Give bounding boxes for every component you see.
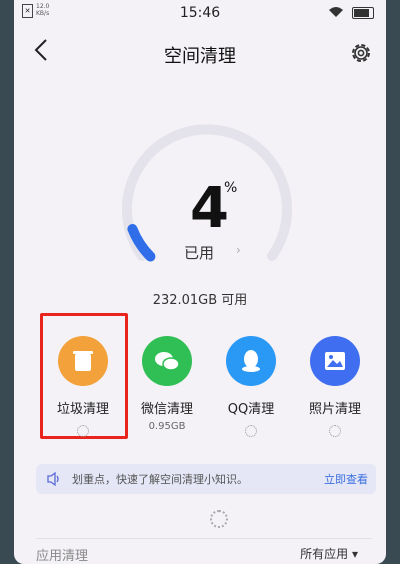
- category-label: 垃圾清理: [56, 402, 109, 417]
- category-size: [292, 421, 378, 437]
- junk-clean-button[interactable]: 垃圾清理: [40, 336, 126, 437]
- loading-spinner: [77, 425, 89, 437]
- app-header: 空间清理: [14, 34, 386, 74]
- loading-spinner: [245, 425, 257, 437]
- available-space: 232.01GB 可用: [152, 293, 248, 308]
- category-size: [208, 421, 294, 437]
- speaker-icon: [47, 471, 59, 487]
- category-label: QQ清理: [227, 402, 275, 417]
- wechat-clean-button[interactable]: 微信清理 0.95GB: [124, 336, 210, 435]
- category-label: 微信清理: [140, 402, 193, 417]
- tip-banner[interactable]: 划重点，快速了解空间清理小知识。 立即查看: [36, 464, 376, 494]
- qq-icon: [226, 336, 276, 386]
- view-now-link[interactable]: 立即查看: [324, 471, 368, 487]
- wifi-icon: [328, 6, 344, 21]
- settings-button[interactable]: [348, 40, 374, 66]
- section-title: 应用清理: [36, 549, 89, 564]
- wechat-icon: [142, 336, 192, 386]
- battery-icon: [352, 7, 374, 19]
- percent-sign: %: [224, 180, 238, 196]
- page-title: 空间清理: [164, 46, 236, 67]
- qq-clean-button[interactable]: QQ清理: [208, 336, 294, 437]
- gear-icon: [352, 44, 370, 62]
- tip-text: 划重点，快速了解空间清理小知识。: [72, 473, 248, 486]
- chevron-right-icon: ›: [236, 243, 241, 257]
- used-label[interactable]: 已用: [184, 242, 214, 263]
- photo-clean-button[interactable]: 照片清理: [292, 336, 378, 437]
- loading-spinner: [329, 425, 341, 437]
- filter-label: 所有应用: [300, 547, 349, 561]
- app-filter-dropdown[interactable]: 所有应用 ▾: [300, 545, 358, 562]
- status-bar: ✕ 12.0 KB/s 15:46: [14, 0, 386, 26]
- category-size: [40, 421, 126, 437]
- divider: [36, 538, 372, 539]
- trash-icon: [58, 336, 108, 386]
- loading-spinner: [210, 510, 228, 528]
- phone-screen: ✕ 12.0 KB/s 15:46 空间清理 4 % 已用 › 232.01GB …: [14, 0, 386, 564]
- photo-icon: [310, 336, 360, 386]
- caret-down-icon: ▾: [351, 547, 358, 561]
- category-size: 0.95GB: [148, 421, 186, 432]
- category-label: 照片清理: [308, 402, 361, 417]
